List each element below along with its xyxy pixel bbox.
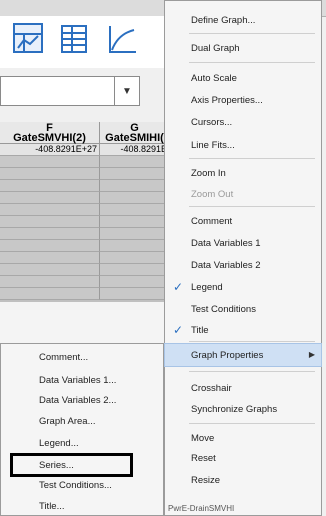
table-cell[interactable]	[0, 264, 100, 276]
menu-separator	[189, 206, 315, 207]
menu-separator	[189, 371, 315, 372]
menu-separator	[189, 423, 315, 424]
table-cell[interactable]	[0, 180, 100, 192]
menu-item-data-variables-2[interactable]: Data Variables 2	[165, 260, 326, 271]
table-cell[interactable]: -408.8291E+27	[0, 144, 100, 156]
data-grid: F GateSMVHI(2) G GateSMIHI( -408.8291E+2…	[0, 122, 170, 302]
column-name: GateSMVHI(2)	[13, 132, 86, 144]
table-cell[interactable]	[0, 216, 100, 228]
table-cell[interactable]	[0, 288, 100, 300]
table-cell[interactable]	[0, 156, 100, 168]
menu-item-axis-properties[interactable]: Axis Properties...	[165, 95, 326, 106]
menu-separator	[189, 158, 315, 159]
chevron-down-icon[interactable]: ▼	[114, 77, 139, 105]
menu-item-auto-scale[interactable]: Auto Scale	[165, 73, 326, 84]
menu-item-cursors[interactable]: Cursors...	[165, 117, 326, 128]
table-cell[interactable]	[100, 204, 170, 216]
menu-separator	[189, 33, 315, 34]
table-cell[interactable]	[0, 204, 100, 216]
menu-item-data-variables-1[interactable]: Data Variables 1	[165, 238, 326, 249]
table-cell[interactable]	[0, 192, 100, 204]
column-header-f[interactable]: F GateSMVHI(2)	[0, 122, 100, 144]
selection-outline	[10, 453, 133, 477]
partial-menu-item: PwrE-DrainSMVHI	[168, 504, 235, 513]
menu-item-crosshair[interactable]: Crosshair	[165, 383, 326, 394]
menu-item-zoom-out: Zoom Out	[191, 189, 234, 200]
table-cell[interactable]	[0, 240, 100, 252]
chevron-right-icon: ▶	[308, 350, 315, 359]
menu-item-title[interactable]: Title	[165, 325, 326, 336]
table-view-icon[interactable]	[58, 22, 92, 56]
menu-item-legend[interactable]: Legend	[165, 282, 326, 293]
table-cell[interactable]	[100, 240, 170, 252]
menu-item-move[interactable]: Move	[165, 433, 326, 444]
table-cell[interactable]: -408.8291E	[100, 144, 170, 156]
table-cell[interactable]	[100, 264, 170, 276]
series-dropdown[interactable]: ▼	[0, 76, 140, 106]
table-cell[interactable]	[100, 216, 170, 228]
table-cell[interactable]	[100, 288, 170, 300]
menu-item-dual-graph[interactable]: Dual Graph	[165, 43, 326, 54]
menu-item-graph-properties-label: Graph Properties	[191, 350, 264, 361]
table-cell[interactable]	[100, 252, 170, 264]
menu-item-synchronize-graphs[interactable]: Synchronize Graphs	[165, 404, 326, 415]
graph-properties-submenu: Comment... Data Variables 1... Data Vari…	[0, 343, 164, 516]
table-cell[interactable]	[0, 168, 100, 180]
table-cell[interactable]	[100, 192, 170, 204]
menu-item-graph-properties[interactable]: Graph Properties ▶	[164, 343, 322, 367]
table-cell[interactable]	[100, 156, 170, 168]
graph-context-menu: Define Graph... Dual Graph Auto Scale Ax…	[164, 0, 322, 516]
table-cell[interactable]	[100, 228, 170, 240]
table-cell[interactable]	[0, 228, 100, 240]
menu-separator	[189, 341, 315, 342]
menu-item-test-conditions[interactable]: Test Conditions	[165, 304, 326, 315]
table-cell[interactable]	[0, 276, 100, 288]
menu-separator	[189, 62, 315, 63]
table-cell[interactable]	[0, 252, 100, 264]
table-cell[interactable]	[100, 180, 170, 192]
menu-item-reset[interactable]: Reset	[165, 453, 326, 464]
menu-item-resize[interactable]: Resize	[165, 475, 326, 486]
menu-item-comment[interactable]: Comment	[165, 216, 326, 227]
menu-item-define-graph[interactable]: Define Graph...	[165, 15, 326, 26]
graph-view-icon[interactable]	[12, 22, 46, 56]
column-header-g[interactable]: G GateSMIHI(	[100, 122, 170, 144]
line-chart-icon[interactable]	[104, 22, 138, 56]
table-cell[interactable]	[100, 168, 170, 180]
menu-item-zoom-in[interactable]: Zoom In	[165, 168, 326, 179]
table-cell[interactable]	[100, 276, 170, 288]
column-name: GateSMIHI(	[105, 132, 164, 144]
menu-item-line-fits[interactable]: Line Fits...	[165, 140, 326, 151]
view-toolbar	[0, 16, 170, 68]
